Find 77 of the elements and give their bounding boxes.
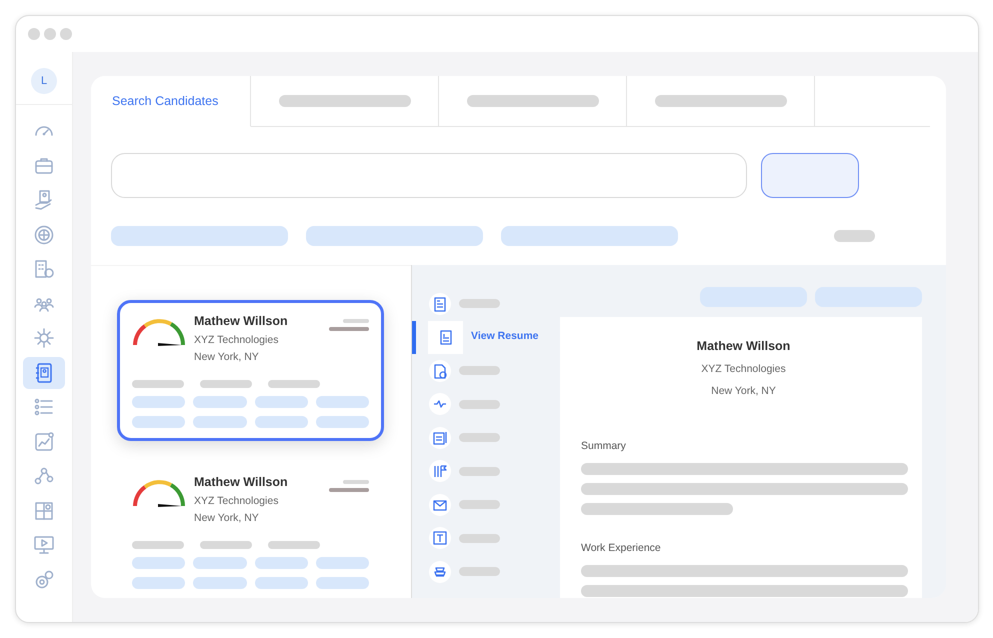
search-button[interactable]	[761, 153, 859, 198]
monitor-icon	[33, 534, 55, 556]
skeleton-bar	[316, 556, 369, 569]
globe-icon	[33, 224, 55, 246]
skeleton-bar	[316, 416, 369, 428]
skeleton-bar	[268, 540, 320, 549]
chart-icon	[33, 430, 55, 452]
window-dot[interactable]	[44, 28, 56, 40]
window-dot[interactable]	[60, 28, 72, 40]
skeleton-bar	[316, 396, 369, 408]
sidebar-item[interactable]	[23, 356, 65, 388]
section-heading: Summary	[581, 439, 627, 454]
skeleton-bar	[329, 327, 369, 331]
skeleton-bar[interactable]	[306, 226, 483, 246]
candidate-name: Mathew Willson	[194, 315, 289, 329]
skeleton-bar	[132, 380, 184, 388]
skeleton-bar	[254, 576, 308, 589]
resume-icon	[438, 329, 454, 346]
candidate-card[interactable]: Mathew Willson XYZ Technologies New York, NY	[117, 460, 384, 598]
skeleton-bar	[132, 576, 186, 589]
dashboard-icon	[33, 500, 55, 522]
skeleton-bar[interactable]	[700, 287, 807, 307]
candidate-name: Mathew Willson	[194, 476, 289, 490]
resume-nav-label: View Resume	[471, 329, 539, 344]
skeleton-bar	[254, 396, 308, 408]
skeleton-bar	[193, 416, 246, 428]
building-icon	[33, 258, 55, 280]
skeleton-bar	[268, 380, 320, 388]
skeleton-bar	[193, 576, 246, 589]
skeleton-bar	[343, 480, 369, 484]
avatar[interactable]: L	[31, 68, 57, 94]
skeleton-bar	[329, 488, 369, 492]
file-edit-icon	[432, 362, 448, 379]
candidate-location: New York, NY	[194, 352, 260, 364]
skeleton-bar	[193, 556, 246, 569]
skeleton-bar	[459, 466, 500, 476]
list-icon	[33, 396, 55, 418]
skeleton-bar	[343, 319, 369, 323]
contact-book-icon	[33, 362, 55, 384]
flag-bars-icon	[432, 463, 448, 480]
skeleton-bar	[459, 299, 500, 308]
skeleton-bar	[459, 433, 500, 442]
resume-nav-item[interactable]: View Resume	[412, 320, 558, 354]
nodes-icon	[33, 465, 55, 487]
skeleton-bar	[459, 400, 500, 409]
search-field[interactable]	[111, 153, 747, 198]
skeleton-bar	[200, 540, 252, 549]
window-dot[interactable]	[28, 28, 40, 40]
candidate-card[interactable]: Mathew Willson XYZ Technologies New York, NY	[117, 300, 384, 441]
skeleton-bar	[834, 230, 875, 242]
skeleton-bar	[316, 576, 369, 589]
candidate-location: New York, NY	[194, 513, 260, 525]
resume-location: New York, NY	[710, 384, 777, 398]
document-icon	[432, 296, 448, 312]
resume-name: Mathew Willson	[696, 338, 792, 355]
skeleton-bar[interactable]	[815, 287, 922, 307]
company-name: XYZ Technologies	[194, 496, 280, 508]
text-icon	[432, 530, 448, 546]
skeleton-bar	[459, 567, 500, 576]
skeleton-bar	[193, 396, 246, 408]
form-pen-icon	[432, 430, 448, 446]
skeleton-bar	[254, 556, 308, 569]
skeleton-bar	[459, 366, 500, 376]
skeleton-bar[interactable]	[501, 226, 678, 246]
skeleton-bar	[459, 500, 500, 510]
section-heading: Work Experience	[581, 541, 662, 556]
skeleton-bar	[200, 380, 252, 388]
company-name: XYZ Technologies	[194, 334, 280, 346]
skeleton-bar	[254, 416, 308, 428]
resume-company: XYZ Technologies	[700, 362, 787, 377]
skeleton-bar	[132, 416, 186, 428]
skeleton-bar	[459, 534, 500, 543]
skeleton-bar[interactable]	[111, 226, 288, 246]
skeleton-bar	[132, 396, 186, 408]
skeleton-bar	[132, 540, 184, 549]
tab[interactable]: Search Candidates	[91, 76, 251, 127]
skeleton-bar	[132, 556, 186, 569]
